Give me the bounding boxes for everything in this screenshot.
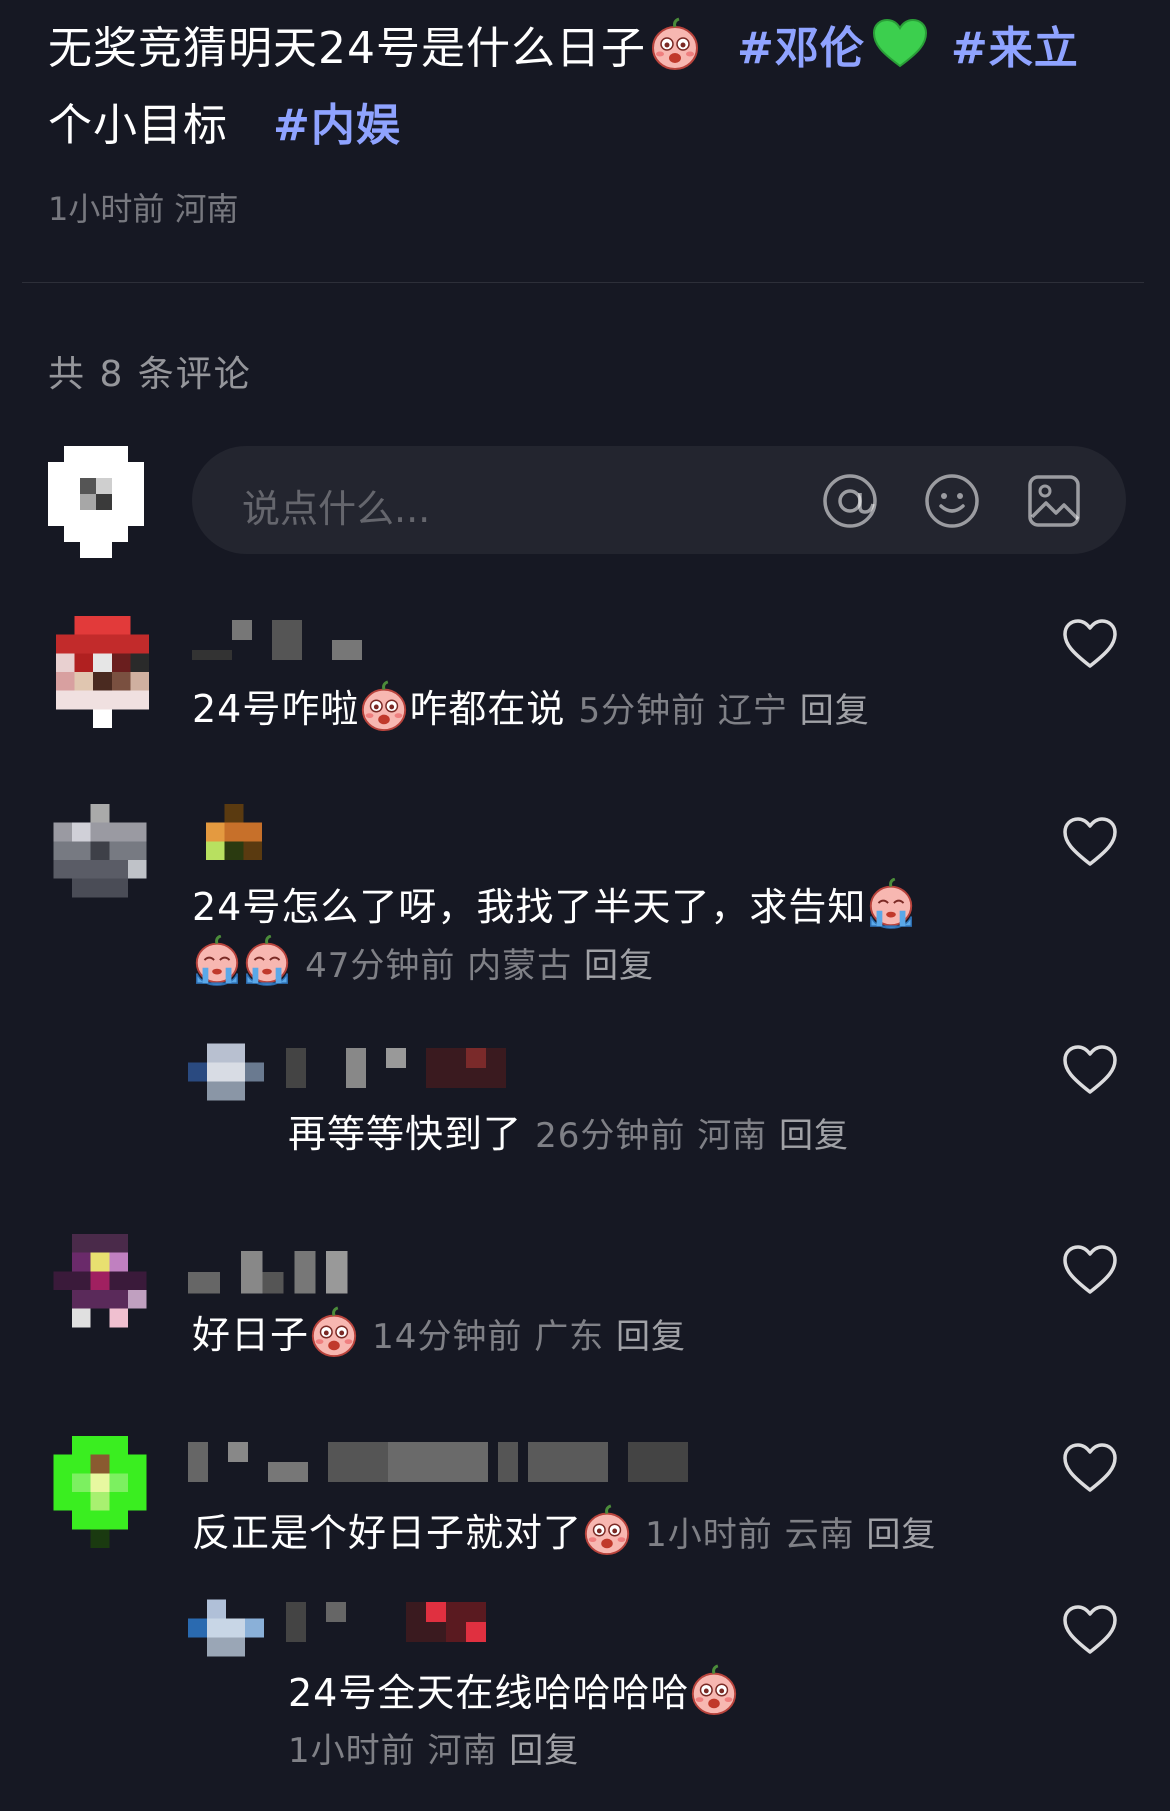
comment-text: 反正是个好日子就对了 1小时前 云南 回复 [192,1504,992,1563]
reply-avatar[interactable] [188,1596,264,1660]
reply-button[interactable]: 回复 [616,1317,686,1357]
comment-meta: 47分钟前 内蒙古 回复 [305,946,654,986]
divider [22,282,1144,283]
crying-peach-emoji-icon [866,878,916,930]
reply-button[interactable]: 回复 [779,1116,849,1156]
commenter-name-redacted[interactable] [188,1440,688,1484]
reply-text: 24号全天在线哈哈哈哈 1小时前 河南 回复 [288,1664,988,1779]
reply-button[interactable]: 回复 [509,1731,579,1771]
like-heart-icon[interactable] [1062,1604,1118,1656]
commenter-name-redacted[interactable] [192,618,392,662]
like-heart-icon[interactable] [1062,1044,1118,1096]
post-body-text: 无奖竞猜明天24号是什么日子 [48,23,646,74]
reply-button[interactable]: 回复 [866,1515,936,1555]
comment-text: 24号咋啦 咋都在说 5分钟前 辽宁 回复 [192,680,952,739]
peach-emoji-icon [309,1306,359,1358]
comment-text: 24号怎么了呀，我找了半天了，求告知 47分钟前 内蒙古 回复 [192,878,992,994]
reply-button[interactable]: 回复 [800,691,870,731]
commenter-avatar[interactable] [50,1436,150,1548]
crying-peach-emoji-icon [192,935,242,987]
reply-meta: 1小时前 河南 回复 [288,1731,580,1771]
like-heart-icon[interactable] [1062,618,1118,670]
replier-name-redacted[interactable] [286,1600,526,1644]
comment-page: 无奖竞猜明天24号是什么日子 #邓伦 #来立 个小目标 #内娱 1小时前 河南 共… [0,0,1170,1811]
comment-meta: 5分钟前 辽宁 回复 [578,691,870,731]
commenter-avatar[interactable] [50,1234,150,1346]
current-user-avatar[interactable] [48,446,144,558]
commenter-avatar[interactable] [50,804,150,916]
reply-meta: 26分钟前 河南 回复 [535,1116,849,1156]
reply-avatar[interactable] [188,1040,264,1104]
reply-text: 再等等快到了 26分钟前 河南 回复 [288,1112,849,1156]
commenter-name-redacted[interactable] [188,1250,358,1294]
at-icon[interactable] [822,473,878,529]
post: 无奖竞猜明天24号是什么日子 #邓伦 #来立 个小目标 #内娱 1小时前 河南 [48,10,1128,230]
hashtag-xiaomubiao-a[interactable]: #来立 [951,23,1079,74]
replier-name-redacted[interactable] [286,1046,526,1090]
post-text: 无奖竞猜明天24号是什么日子 #邓伦 #来立 个小目标 #内娱 [48,10,1128,164]
peach-emoji-icon [359,680,409,732]
like-heart-icon[interactable] [1062,1244,1118,1296]
peach-emoji-icon [582,1504,632,1556]
reply-button[interactable]: 回复 [584,946,654,986]
like-heart-icon[interactable] [1062,816,1118,868]
hashtag-xiaomubiao-b[interactable]: 个小目标 [48,100,228,151]
green-heart-icon [872,18,927,68]
comment-meta: 14分钟前 广东 回复 [372,1317,686,1357]
comment-input[interactable]: 说点什么... [192,446,1126,554]
comment-text: 好日子 14分钟前 广东 回复 [192,1306,952,1365]
peach-emoji-icon [689,1664,739,1716]
comment-count: 共 8 条评论 [48,354,252,395]
hashtag-neiyu[interactable]: #内娱 [273,100,401,151]
post-meta: 1小时前 河南 [48,190,239,228]
like-heart-icon[interactable] [1062,1442,1118,1494]
peach-emoji-icon [650,17,700,71]
image-icon[interactable] [1026,473,1082,529]
smiley-icon[interactable] [924,473,980,529]
commenter-name-redacted[interactable] [205,804,263,860]
comment-input-placeholder: 说点什么... [242,487,431,531]
crying-peach-emoji-icon [242,935,292,987]
comment-meta: 1小时前 云南 回复 [645,1515,937,1555]
commenter-avatar[interactable] [55,616,150,728]
hashtag-denglun[interactable]: #邓伦 [737,23,865,74]
